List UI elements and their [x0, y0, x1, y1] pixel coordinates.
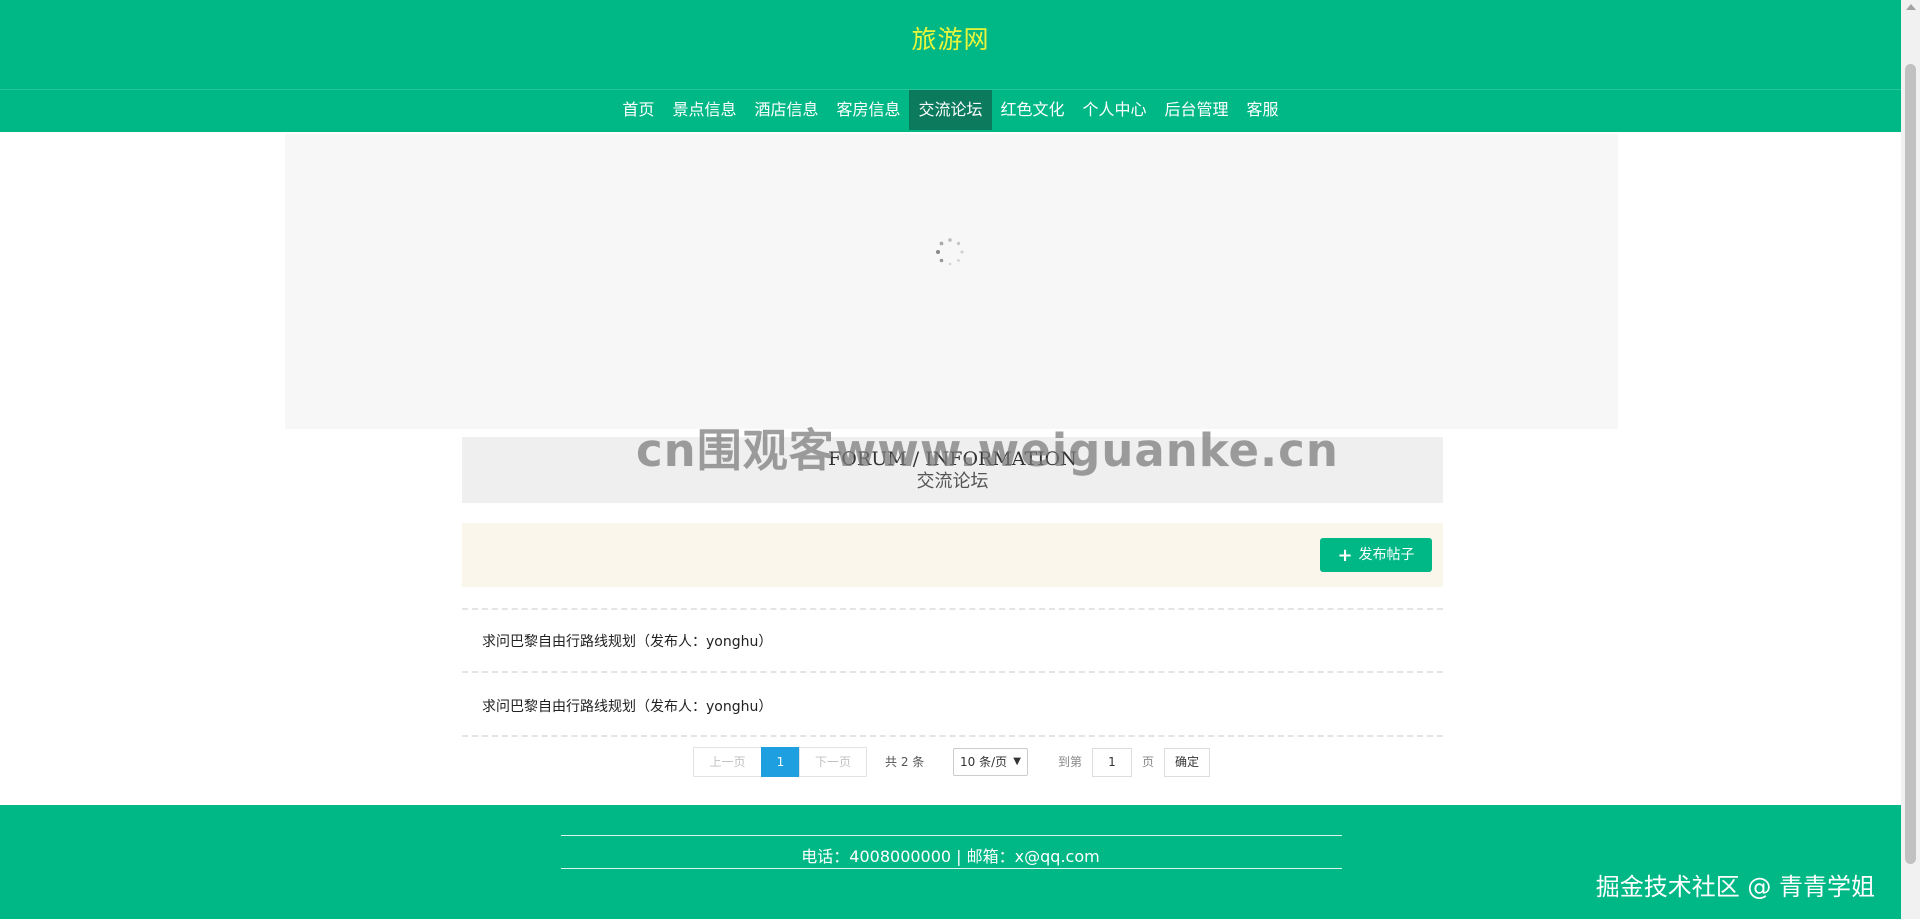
nav-item-hotels[interactable]: 酒店信息: [745, 90, 827, 130]
nav-item-attractions[interactable]: 景点信息: [663, 90, 745, 130]
corner-watermark: 掘金技术社区 @ 青青学姐: [1595, 873, 1875, 901]
page-size-value: 10 条/页: [960, 755, 1008, 769]
footer-divider-bottom: [561, 868, 1342, 869]
site-footer: 电话：4008000000 | 邮箱：x@qq.com 掘金技术社区 @ 青青学…: [0, 805, 1901, 919]
main-nav: 首页 景点信息 酒店信息 客房信息 交流论坛 红色文化 个人中心 后台管理 客服: [0, 90, 1901, 130]
next-page-button[interactable]: 下一页: [799, 747, 867, 777]
site-header: 旅游网 首页 景点信息 酒店信息 客房信息 交流论坛 红色文化 个人中心 后台管…: [0, 0, 1901, 132]
nav-item-forum[interactable]: 交流论坛: [909, 90, 992, 130]
plus-icon: +: [1337, 545, 1353, 566]
forum-post-item[interactable]: 求问巴黎自由行路线规划（发布人：yonghu）: [482, 696, 772, 716]
nav-item-home[interactable]: 首页: [613, 90, 663, 130]
nav-item-red-culture[interactable]: 红色文化: [992, 90, 1074, 130]
prev-page-button[interactable]: 上一页: [693, 747, 762, 777]
goto-confirm-button[interactable]: 确定: [1164, 748, 1210, 777]
page-scrollbar[interactable]: [1901, 0, 1920, 919]
divider: [462, 608, 1443, 610]
publish-post-button[interactable]: + 发布帖子: [1320, 538, 1432, 572]
publish-post-label: 发布帖子: [1358, 547, 1415, 563]
footer-contact: 电话：4008000000 | 邮箱：x@qq.com: [801, 847, 1100, 866]
goto-label: 到第: [1058, 755, 1083, 769]
current-page-button[interactable]: 1: [761, 747, 800, 777]
forum-toolbar: + 发布帖子: [462, 523, 1443, 587]
nav-item-profile[interactable]: 个人中心: [1074, 90, 1156, 130]
chevron-down-icon: ▼: [1013, 756, 1021, 767]
goto-page-input[interactable]: 1: [1092, 748, 1132, 777]
nav-item-rooms[interactable]: 客房信息: [827, 90, 909, 130]
loading-spinner-icon: [936, 238, 964, 266]
scroll-up-arrow-icon[interactable]: [1906, 4, 1916, 10]
divider: [462, 671, 1443, 673]
site-title: 旅游网: [911, 25, 990, 54]
footer-divider-top: [561, 835, 1342, 836]
page-unit-label: 页: [1142, 755, 1155, 769]
forum-post-item[interactable]: 求问巴黎自由行路线规划（发布人：yonghu）: [482, 631, 772, 651]
page-size-select[interactable]: 10 条/页 ▼: [953, 748, 1028, 776]
banner-carousel: [285, 134, 1618, 429]
nav-item-support[interactable]: 客服: [1238, 90, 1288, 130]
site-watermark: cn围观客www.weiguanke.cn: [636, 424, 1339, 477]
total-count: 共 2 条: [885, 755, 925, 769]
scrollbar-thumb[interactable]: [1905, 64, 1916, 864]
nav-item-admin[interactable]: 后台管理: [1156, 90, 1238, 130]
divider: [462, 735, 1443, 737]
